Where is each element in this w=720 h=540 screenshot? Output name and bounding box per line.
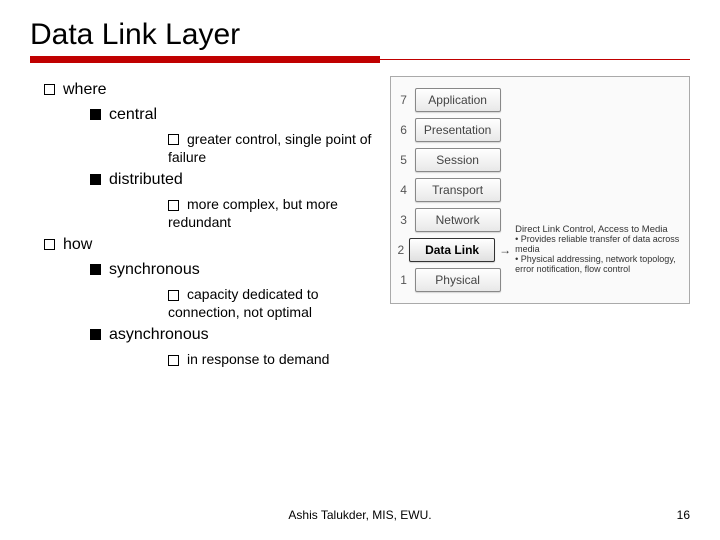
item-asynchronous-note: in response to demand: [90, 350, 380, 368]
open-square-icon: [44, 239, 55, 250]
footer-text: Ashis Talukder, MIS, EWU.: [0, 508, 720, 522]
layer-transport: Transport: [415, 178, 501, 202]
open-square-icon: [44, 84, 55, 95]
open-square-icon: [168, 355, 179, 366]
layer-session: Session: [415, 148, 501, 172]
layer-datalink: Data Link: [409, 238, 495, 262]
open-square-icon: [168, 200, 179, 211]
open-square-icon: [168, 134, 179, 145]
item-distributed-note: more complex, but more redundant: [90, 195, 380, 231]
solid-square-icon: [90, 264, 101, 275]
open-square-icon: [168, 290, 179, 301]
layer-presentation: Presentation: [415, 118, 501, 142]
bullet-content: where central greater control, single po…: [30, 76, 380, 372]
layer-network: Network: [415, 208, 501, 232]
page-number: 16: [677, 508, 690, 522]
item-synchronous: synchronous capacity dedicated to connec…: [44, 260, 380, 321]
layer-physical: Physical: [415, 268, 501, 292]
datalink-callout: Direct Link Control, Access to Media • P…: [515, 225, 683, 275]
solid-square-icon: [90, 109, 101, 120]
item-synchronous-note: capacity dedicated to connection, not op…: [90, 285, 380, 321]
layer-application: Application: [415, 88, 501, 112]
item-central: central greater control, single point of…: [44, 105, 380, 166]
osi-diagram: 7Application 6Presentation 5Session 4Tra…: [390, 76, 690, 304]
arrow-right-icon: →: [499, 243, 511, 257]
slide-title: Data Link Layer: [30, 18, 690, 52]
solid-square-icon: [90, 329, 101, 340]
item-asynchronous: asynchronous in response to demand: [44, 325, 380, 368]
item-how: how synchronous capacity dedicated to co…: [30, 235, 380, 368]
item-distributed: distributed more complex, but more redun…: [44, 170, 380, 231]
title-underline: [30, 56, 690, 64]
item-central-note: greater control, single point of failure: [90, 130, 380, 166]
solid-square-icon: [90, 174, 101, 185]
item-where: where central greater control, single po…: [30, 80, 380, 231]
